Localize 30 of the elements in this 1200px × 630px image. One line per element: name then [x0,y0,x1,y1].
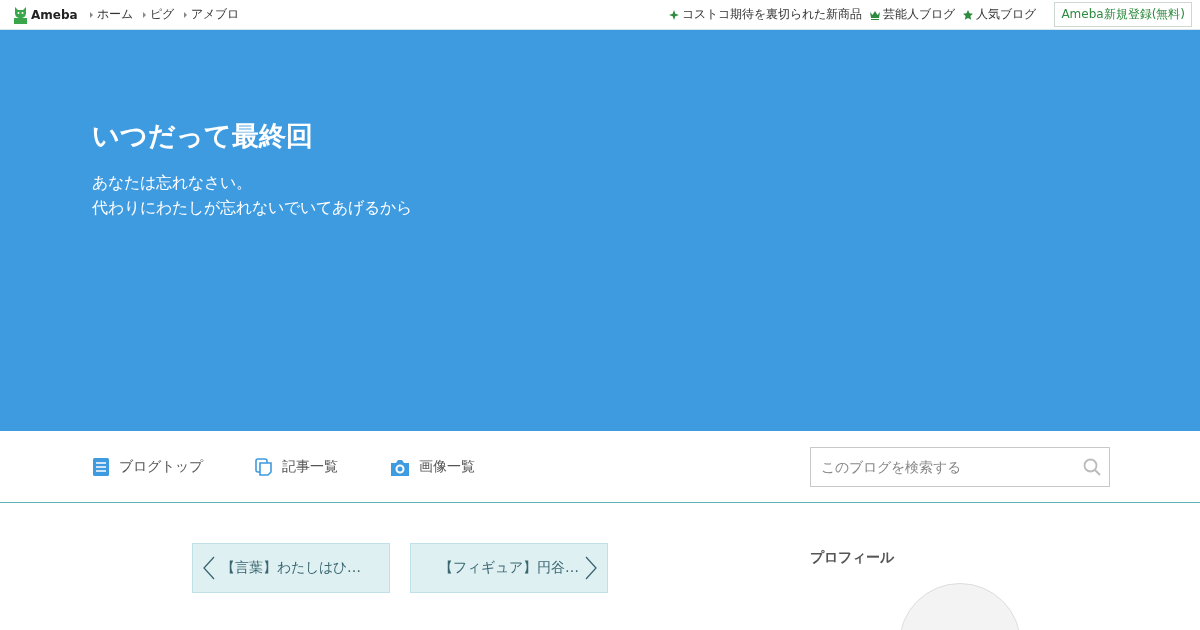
triangle-icon [183,11,187,18]
nav-link[interactable]: ブログトップ [92,457,203,476]
camera-icon [390,457,410,476]
breadcrumb-link[interactable]: ホーム [89,6,133,23]
search-icon [1083,457,1101,476]
search-field[interactable]: このブログを検索する [810,446,1110,487]
triangle-icon [142,11,146,18]
document-icon [92,457,110,476]
crown-icon [870,9,881,20]
copy-icon [255,457,273,476]
nav-link[interactable]: 画像一覧 [390,457,475,476]
header-link[interactable]: 人気ブログ [963,6,1037,23]
sidebar-title: プロフィール [810,549,895,567]
breadcrumb-link[interactable]: ピグ [142,6,174,23]
nav-link[interactable]: 記事一覧 [255,457,338,476]
blog-description: 代わりにわたしが忘れないでいてあげるから [92,197,413,219]
logo-text[interactable]: Ameba [31,7,78,22]
breadcrumb-link[interactable]: アメブロ [183,6,239,23]
next-post-link[interactable]: 【フィギュア】円谷… [410,543,608,593]
header-link[interactable]: コストコ期待を裏切られた新商品 [669,6,863,23]
mascot-icon [13,5,28,24]
star-icon [963,9,974,20]
signup-button[interactable]: Ameba新規登録(無料) [1054,2,1192,27]
previous-post-link[interactable]: 【言葉】わたしはひ… [192,543,390,593]
triangle-icon [89,11,93,18]
sparkle-icon [669,9,680,20]
chevron-right-icon [585,556,597,580]
blog-description: あなたは忘れなさい。 [92,172,253,194]
header-link[interactable]: 芸能人ブログ [870,6,956,23]
chevron-left-icon [203,556,215,580]
